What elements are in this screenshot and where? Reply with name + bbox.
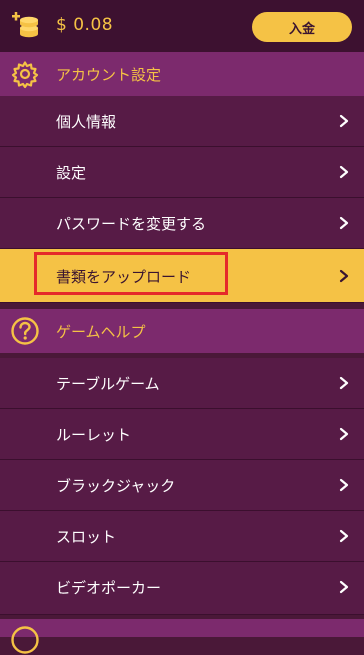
chevron-right-icon [339,529,349,543]
menu-item-change-password[interactable]: パスワードを変更する [0,198,364,249]
section-account-settings: アカウント設定 [0,52,364,96]
chevron-right-icon [339,376,349,390]
section-game-help: ゲームヘルプ [0,309,364,353]
next-section-header [0,619,364,654]
menu-item-label: 設定 [56,164,87,182]
menu-item-video-poker[interactable]: ビデオポーカー [0,562,364,615]
chevron-right-icon [339,269,349,283]
top-bar: $ 0.08 入金 [0,0,364,52]
chevron-right-icon [339,580,349,594]
chevron-right-icon [339,216,349,230]
menu-item-label: スロット [56,528,117,546]
menu-item-label: 書類をアップロード [56,268,192,286]
section-icon [11,626,39,654]
menu-item-label: テーブルゲーム [56,375,160,393]
menu-item-personal-info[interactable]: 個人情報 [0,96,364,147]
balance-amount: $ 0.08 [56,15,114,35]
menu-item-label: 個人情報 [56,113,117,131]
menu-item-slots[interactable]: スロット [0,511,364,562]
menu-item-label: ブラックジャック [56,477,176,495]
menu-item-settings[interactable]: 設定 [0,147,364,198]
menu-item-label: ルーレット [56,426,132,444]
menu-item-label: パスワードを変更する [56,215,207,233]
chevron-right-icon [339,114,349,128]
gear-icon [11,61,39,89]
chevron-right-icon [339,165,349,179]
deposit-button[interactable]: 入金 [252,12,352,42]
question-circle-icon [11,317,39,345]
menu-item-upload-documents[interactable]: 書類をアップロード [0,249,364,303]
chevron-right-icon [339,427,349,441]
chevron-right-icon [339,478,349,492]
coins-plus-icon [12,12,38,38]
menu-item-table-games[interactable]: テーブルゲーム [0,358,364,409]
menu-item-roulette[interactable]: ルーレット [0,409,364,460]
section-title: アカウント設定 [56,66,162,84]
section-title: ゲームヘルプ [56,323,146,341]
menu-item-blackjack[interactable]: ブラックジャック [0,460,364,511]
menu-item-label: ビデオポーカー [56,579,162,597]
